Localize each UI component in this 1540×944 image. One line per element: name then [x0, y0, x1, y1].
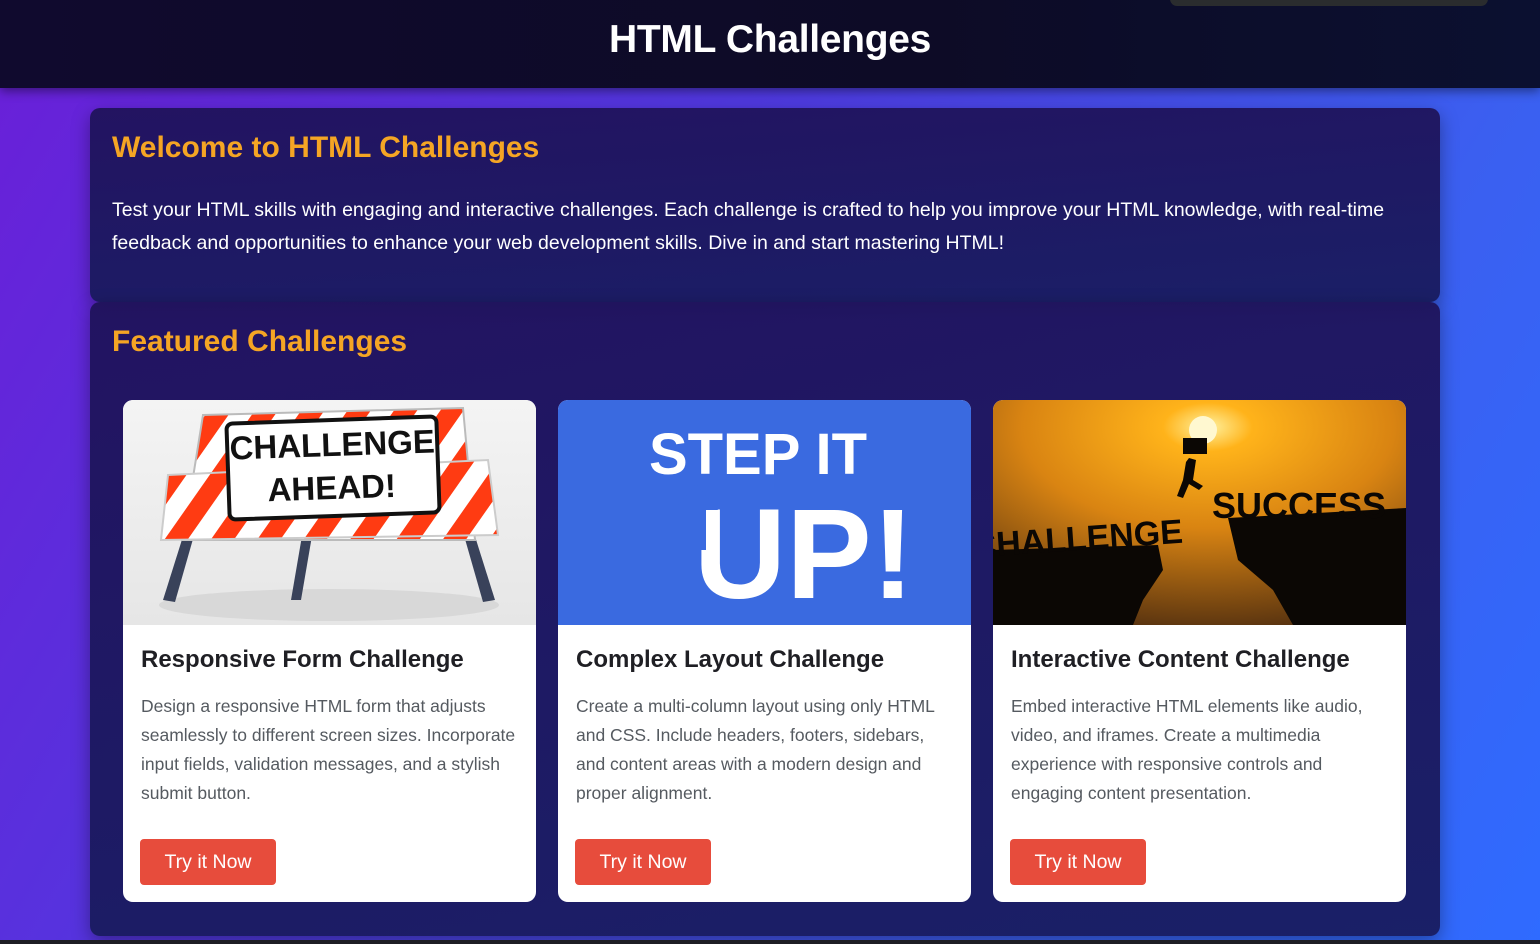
challenge-success-image: CHALLENGE SUCCESS	[993, 400, 1406, 625]
challenge-card-interactive-content: CHALLENGE SUCCESS Interactive Content Ch…	[993, 400, 1406, 902]
card-title: Responsive Form Challenge	[141, 646, 464, 673]
card-description: Embed interactive HTML elements like aud…	[1011, 696, 1363, 803]
challenge-card-responsive-form: CHALLENGE AHEAD! Responsive Form Challen…	[123, 400, 536, 902]
step-it-up-image: STEP IT UP!	[558, 400, 971, 625]
card-description: Create a multi-column layout using only …	[576, 696, 935, 803]
featured-section: Featured Challenges CHALLENGE AHEAD! Res…	[90, 302, 1440, 936]
welcome-section: Welcome to HTML Challenges Test your HTM…	[90, 108, 1440, 302]
card-title: Complex Layout Challenge	[576, 646, 885, 673]
try-it-now-button[interactable]: Try it Now	[140, 839, 276, 885]
welcome-heading: Welcome to HTML Challenges	[112, 131, 540, 164]
challenge-ahead-image: CHALLENGE AHEAD!	[123, 400, 536, 625]
card-description: Design a responsive HTML form that adjus…	[141, 696, 516, 803]
welcome-text: Test your HTML skills with engaging and …	[112, 199, 1385, 254]
try-it-now-button[interactable]: Try it Now	[575, 839, 711, 885]
image-text-line1: STEP IT	[649, 422, 867, 487]
browser-overlay	[1170, 0, 1488, 6]
image-text-line1: CHALLENGE	[229, 422, 436, 466]
featured-heading: Featured Challenges	[112, 325, 408, 358]
site-header: HTML Challenges	[0, 0, 1540, 88]
flag-icon	[1183, 438, 1207, 454]
image-text-line2: AHEAD!	[267, 467, 397, 508]
challenge-card-complex-layout: STEP IT UP! Complex Layout Challenge Cre…	[558, 400, 971, 902]
bottom-divider	[0, 940, 1540, 944]
image-text-line2: UP!	[694, 483, 914, 625]
card-title: Interactive Content Challenge	[1011, 646, 1350, 673]
image-text-line2: SUCCESS	[1212, 485, 1386, 526]
try-it-now-button[interactable]: Try it Now	[1010, 839, 1146, 885]
page-title: HTML Challenges	[609, 18, 931, 61]
